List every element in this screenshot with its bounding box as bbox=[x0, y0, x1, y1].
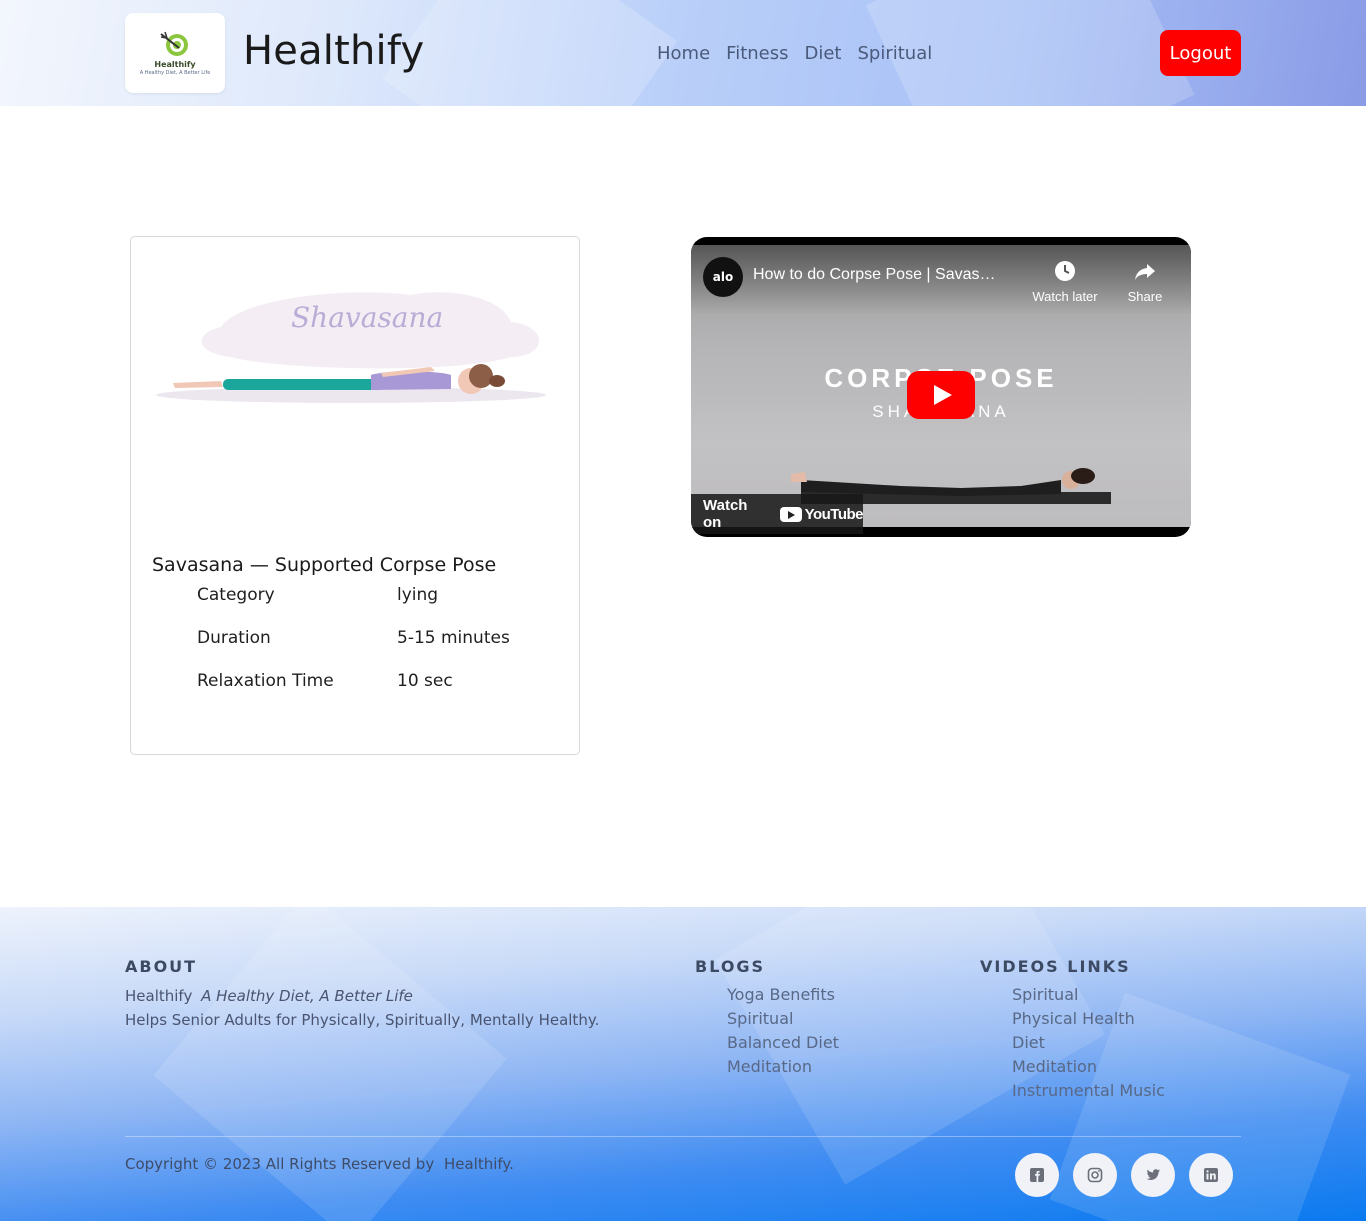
footer-blogs-list: Yoga Benefits Spiritual Balanced Diet Me… bbox=[727, 985, 839, 1081]
nav-diet[interactable]: Diet bbox=[805, 43, 842, 64]
site-footer: ABOUT Healthify A Healthy Diet, A Better… bbox=[0, 907, 1366, 1221]
watch-later-button[interactable]: Watch later bbox=[1025, 259, 1105, 304]
logo-tagline: A Healthy Diet, A Better Life bbox=[139, 69, 211, 76]
detail-row: Duration 5-15 minutes bbox=[197, 628, 557, 671]
footer-about-brand-line: Healthify A Healthy Diet, A Better Life bbox=[125, 987, 413, 1005]
footer-videos-list: Spiritual Physical Health Diet Meditatio… bbox=[1012, 985, 1165, 1105]
footer-decoration bbox=[153, 907, 507, 1221]
pose-card: Shavasana Savasana — Supported Corpse Po… bbox=[130, 236, 580, 755]
site-name[interactable]: Healthify bbox=[243, 28, 424, 74]
logo[interactable]: Healthify A Healthy Diet, A Better Life bbox=[125, 13, 225, 93]
play-button[interactable] bbox=[907, 371, 975, 419]
pose-illustration-label: Shavasana bbox=[291, 301, 443, 334]
detail-value: 5-15 minutes bbox=[397, 628, 510, 648]
share-arrow-icon bbox=[1133, 259, 1157, 283]
watch-later-label: Watch later bbox=[1032, 289, 1098, 304]
pose-details: Category lying Duration 5-15 minutes Rel… bbox=[197, 585, 557, 714]
pose-illustration: Shavasana bbox=[151, 257, 561, 557]
footer-video-link[interactable]: Physical Health bbox=[1012, 1009, 1165, 1033]
copyright-text: Copyright © 2023 All Rights Reserved by bbox=[125, 1155, 435, 1173]
video-thumbnail[interactable]: alo How to do Corpse Pose | Savas… Watch… bbox=[691, 245, 1191, 534]
watch-on-label: Watch on bbox=[703, 497, 748, 531]
footer-blogs-heading: BLOGS bbox=[695, 957, 766, 976]
footer-blog-link[interactable]: Balanced Diet bbox=[727, 1033, 839, 1057]
logo-brand-text: Healthify bbox=[154, 59, 196, 69]
footer-blog-link[interactable]: Spiritual bbox=[727, 1009, 839, 1033]
instagram-icon bbox=[1087, 1167, 1103, 1183]
footer-videos-heading: VIDEOS LINKS bbox=[980, 957, 1131, 976]
youtube-wordmark: YouTube bbox=[804, 505, 864, 523]
instagram-button[interactable] bbox=[1073, 1153, 1117, 1197]
detail-label: Duration bbox=[197, 628, 271, 648]
youtube-play-icon bbox=[779, 506, 802, 522]
video-title[interactable]: How to do Corpse Pose | Savas… bbox=[753, 266, 996, 284]
footer-divider bbox=[125, 1136, 1241, 1137]
detail-row: Relaxation Time 10 sec bbox=[197, 671, 557, 714]
footer-about-tagline: A Healthy Diet, A Better Life bbox=[201, 987, 413, 1005]
youtube-logo-icon: YouTube bbox=[779, 505, 864, 523]
footer-about-heading: ABOUT bbox=[125, 957, 198, 976]
site-header: Healthify A Healthy Diet, A Better Life … bbox=[0, 0, 1366, 106]
twitter-button[interactable] bbox=[1131, 1153, 1175, 1197]
footer-about-description: Helps Senior Adults for Physically, Spir… bbox=[125, 1011, 600, 1029]
share-button[interactable]: Share bbox=[1105, 259, 1185, 304]
facebook-button[interactable] bbox=[1015, 1153, 1059, 1197]
footer-blog-link[interactable]: Meditation bbox=[727, 1057, 839, 1081]
footer-video-link[interactable]: Spiritual bbox=[1012, 985, 1165, 1009]
share-label: Share bbox=[1127, 289, 1163, 304]
footer-video-link[interactable]: Diet bbox=[1012, 1033, 1165, 1057]
watch-on-youtube-link[interactable]: Watch on YouTube bbox=[691, 494, 864, 534]
main-nav: Home Fitness Diet Spiritual bbox=[657, 43, 932, 64]
facebook-icon bbox=[1029, 1167, 1045, 1183]
video-embed[interactable]: alo How to do Corpse Pose | Savas… Watch… bbox=[691, 237, 1191, 537]
logo-emblem-icon bbox=[157, 30, 193, 60]
footer-about-brand: Healthify bbox=[125, 987, 193, 1005]
footer-video-link[interactable]: Meditation bbox=[1012, 1057, 1165, 1081]
nav-home[interactable]: Home bbox=[657, 43, 710, 64]
channel-avatar[interactable]: alo bbox=[703, 257, 743, 297]
detail-value: lying bbox=[397, 585, 439, 605]
clock-icon bbox=[1053, 259, 1077, 283]
twitter-icon bbox=[1145, 1167, 1161, 1183]
header-decoration bbox=[382, 0, 678, 106]
copyright-brand-link[interactable]: Healthify. bbox=[444, 1155, 514, 1173]
detail-label: Relaxation Time bbox=[197, 671, 334, 691]
logout-button[interactable]: Logout bbox=[1160, 30, 1241, 76]
linkedin-icon bbox=[1203, 1167, 1219, 1183]
copyright: Copyright © 2023 All Rights Reserved by … bbox=[125, 1155, 514, 1173]
nav-fitness[interactable]: Fitness bbox=[726, 43, 788, 64]
footer-video-link[interactable]: Instrumental Music bbox=[1012, 1081, 1165, 1105]
linkedin-button[interactable] bbox=[1189, 1153, 1233, 1197]
pose-title: Savasana — Supported Corpse Pose bbox=[152, 554, 497, 576]
detail-row: Category lying bbox=[197, 585, 557, 628]
nav-spiritual[interactable]: Spiritual bbox=[858, 43, 933, 64]
detail-label: Category bbox=[197, 585, 275, 605]
detail-value: 10 sec bbox=[397, 671, 453, 691]
footer-blog-link[interactable]: Yoga Benefits bbox=[727, 985, 839, 1009]
